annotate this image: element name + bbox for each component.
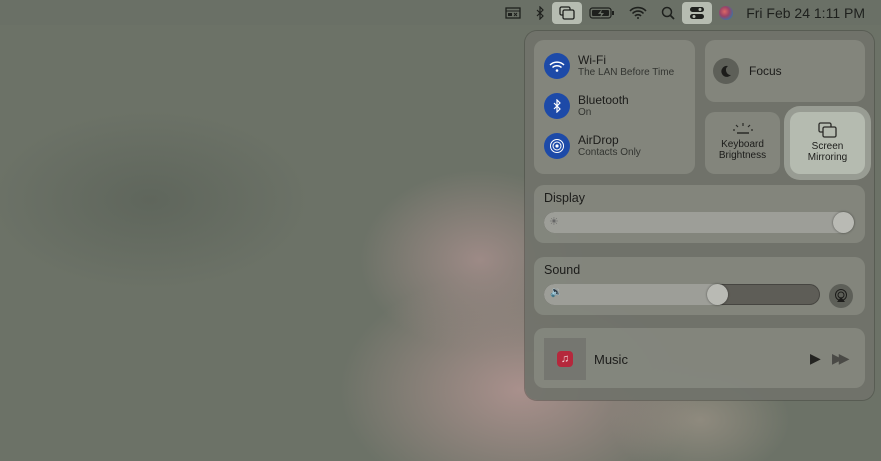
battery-charging-icon[interactable] [582,2,622,24]
bluetooth-label: Bluetooth [578,93,629,107]
network-tile: Wi-Fi The LAN Before Time Bluetooth On Air… [534,40,695,174]
keyboard-brightness-icon [732,123,753,134]
sun-icon: ☀ [549,216,559,228]
wifi-label: Wi-Fi [578,53,606,67]
moon-icon [713,58,739,84]
display-brightness-fill [544,212,854,233]
screen-mirroring-tile[interactable]: Screen Mirroring [790,112,865,174]
focus-label: Focus [749,64,782,78]
sound-tile: Sound 🔉 [534,257,865,315]
keyboard-brightness-tile[interactable]: Keyboard Brightness [705,112,780,174]
screen-mirroring-icon[interactable] [552,1,583,24]
volume-fill [544,284,729,305]
airdrop-icon [544,133,570,159]
menu-bar-clock[interactable]: Fri Feb 24 1:11 PM [740,5,865,21]
spotlight-search-icon[interactable] [654,2,682,24]
wifi-icon [544,53,570,79]
menu-extra-icon[interactable] [498,2,528,24]
music-app-icon: ♫ [557,351,573,367]
siri-icon[interactable] [712,2,740,24]
airplay-icon [835,289,847,302]
airplay-audio-button[interactable] [829,284,853,308]
wifi-icon[interactable] [622,2,654,24]
now-playing-app: Music [594,352,628,367]
display-tile: Display ☀ [534,185,865,243]
sound-label: Sound [544,263,581,277]
bluetooth-toggle[interactable]: Bluetooth On [544,93,629,119]
wifi-status: The LAN Before Time [578,67,675,78]
display-brightness-slider[interactable]: ☀ [544,212,854,233]
airdrop-toggle[interactable]: AirDrop Contacts Only [544,133,641,159]
keyboard-brightness-label-2: Brightness [718,150,767,161]
control-center-panel: Wi-Fi The LAN Before Time Bluetooth On Air… [525,31,874,400]
bluetooth-icon [544,93,570,119]
screen-mirroring-icon [817,122,837,138]
speaker-icon: 🔉 [550,287,563,298]
display-label: Display [544,191,585,205]
volume-slider[interactable]: 🔉 [544,284,820,305]
display-brightness-knob[interactable] [833,212,854,233]
album-art: ♫ [544,338,586,380]
wifi-toggle[interactable]: Wi-Fi The LAN Before Time [544,53,674,79]
screen-mirroring-label-1: Screen [811,141,844,152]
airdrop-status: Contacts Only [578,147,641,158]
control-center-icon[interactable] [682,1,713,24]
play-button[interactable]: ▶ [810,350,821,367]
screen-mirroring-label-2: Mirroring [807,152,848,163]
airdrop-label: AirDrop [578,133,619,147]
keyboard-brightness-label-1: Keyboard [721,139,764,150]
focus-tile[interactable]: Focus [705,40,865,102]
now-playing-tile[interactable]: ♫ Music ▶ ▶▶ [534,328,865,388]
bluetooth-icon[interactable] [528,2,552,24]
menu-bar: Fri Feb 24 1:11 PM [0,0,881,25]
bluetooth-status: On [578,107,592,118]
fast-forward-button[interactable]: ▶▶ [832,350,849,367]
volume-knob[interactable] [707,284,729,305]
